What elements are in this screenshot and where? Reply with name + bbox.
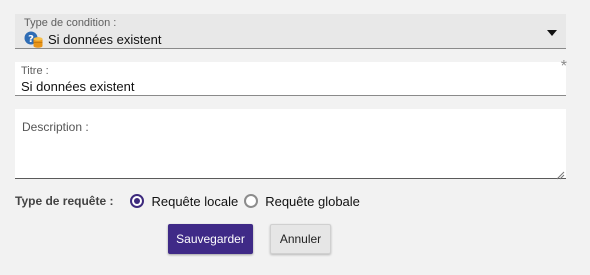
title-field: Titre : * (15, 58, 567, 96)
data-exists-icon: ? (24, 30, 44, 48)
save-button[interactable]: Sauvegarder (168, 224, 253, 254)
title-label: Titre : (21, 65, 49, 77)
dropdown-arrow-icon[interactable] (547, 30, 557, 36)
description-label: Description : (22, 120, 89, 134)
radio-local-label: Requête locale (151, 193, 239, 209)
title-input[interactable] (21, 79, 541, 94)
radio-button-unchecked[interactable] (244, 194, 259, 208)
description-input[interactable] (21, 139, 556, 173)
query-type-label: Type de requête : (15, 194, 114, 208)
resize-handle-icon[interactable] (555, 167, 565, 180)
cancel-button[interactable]: Annuler (270, 224, 331, 254)
required-asterisk-icon: * (560, 58, 567, 75)
radio-local-query[interactable]: Requête locale (130, 194, 238, 209)
condition-type-label: Type de condition : (24, 17, 117, 29)
radio-global-query[interactable]: Requête globale (244, 194, 360, 209)
condition-type-select[interactable]: Type de condition : ? Si données existen… (15, 14, 566, 49)
description-field: Description : (15, 109, 566, 180)
radio-global-label: Requête globale (265, 193, 360, 209)
query-type-row: Type de requête : Requête locale Requête… (15, 191, 366, 211)
radio-button-checked[interactable] (130, 194, 145, 208)
condition-type-text: Si données existent (48, 31, 162, 47)
svg-text:?: ? (28, 34, 34, 45)
condition-type-value: ? Si données existent (24, 30, 162, 48)
